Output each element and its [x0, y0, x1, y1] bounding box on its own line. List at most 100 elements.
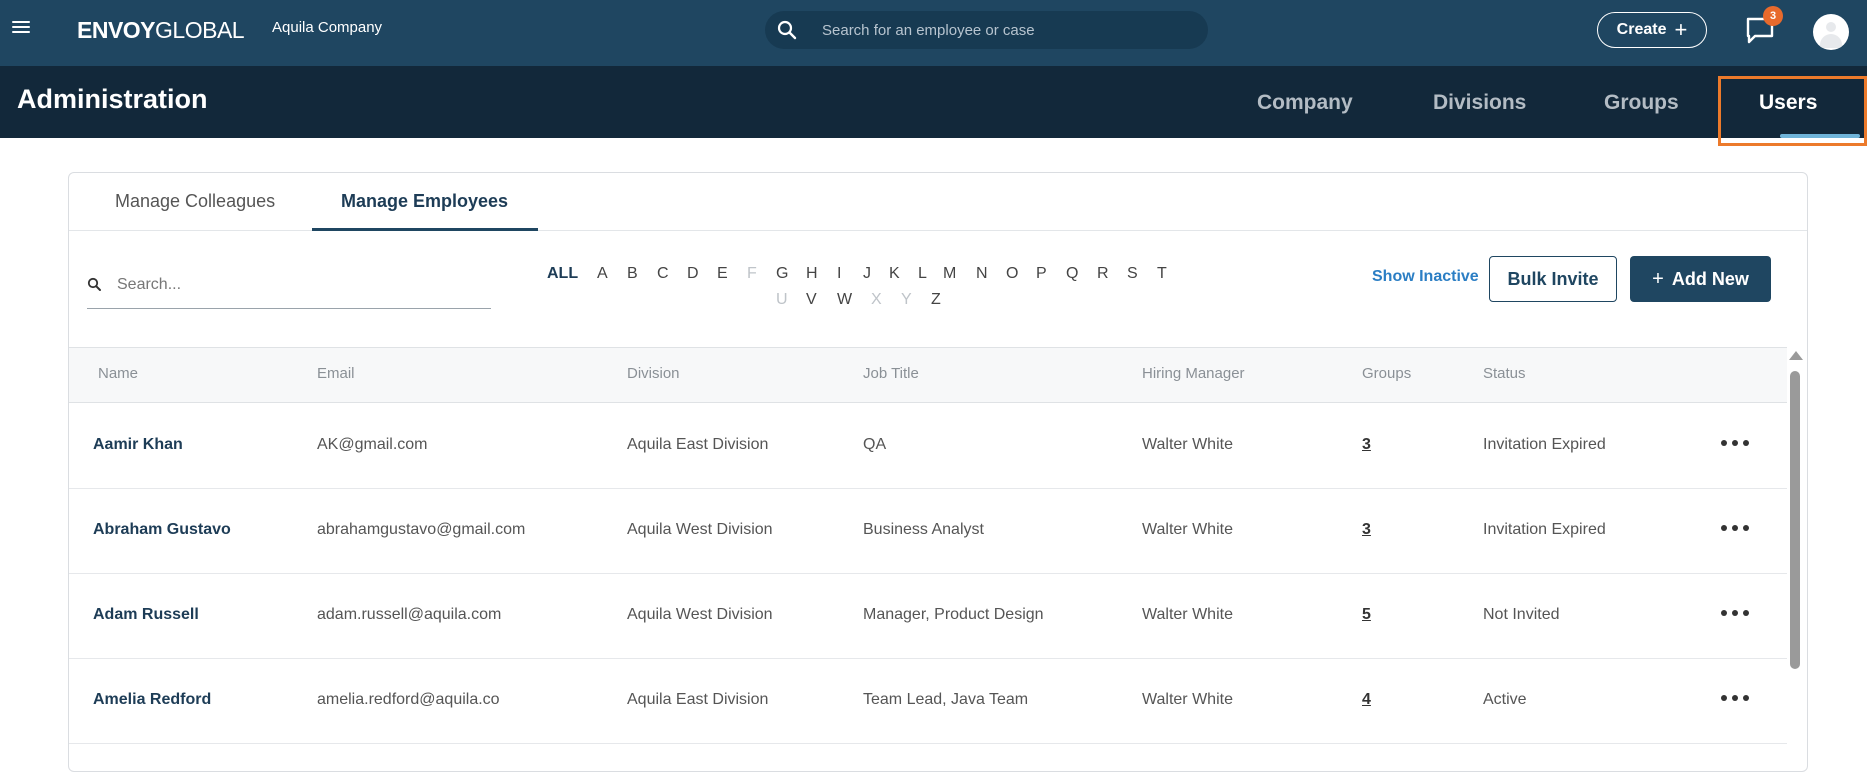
column-header-job-title[interactable]: Job Title — [863, 365, 919, 382]
employee-name-link[interactable]: Abraham Gustavo — [93, 521, 231, 539]
alpha-filter-all[interactable]: ALL — [547, 265, 578, 283]
subtab-manage-colleagues[interactable]: Manage Colleagues — [115, 191, 275, 212]
employee-groups-link[interactable]: 4 — [1362, 691, 1371, 709]
alpha-filter-t[interactable]: T — [1157, 265, 1167, 283]
tab-divisions[interactable]: Divisions — [1433, 91, 1526, 115]
employee-name-link[interactable]: Adam Russell — [93, 606, 199, 624]
employee-search-input[interactable] — [115, 265, 485, 305]
alpha-filter-c[interactable]: C — [657, 265, 669, 283]
table-header: Name Email Division Job Title Hiring Man… — [69, 347, 1787, 403]
column-header-name[interactable]: Name — [98, 365, 138, 382]
alpha-filter-p[interactable]: P — [1036, 265, 1047, 283]
create-label: Create — [1616, 21, 1667, 38]
hamburger-menu-icon[interactable] — [12, 18, 34, 38]
alpha-filter-k[interactable]: K — [889, 265, 900, 283]
table-row[interactable]: Amelia Redford amelia.redford@aquila.co … — [69, 659, 1787, 744]
global-search — [765, 11, 1208, 49]
alpha-filter-g[interactable]: G — [776, 265, 788, 283]
alpha-filter-o[interactable]: O — [1006, 265, 1018, 283]
alpha-filter-q[interactable]: Q — [1066, 265, 1078, 283]
search-icon — [777, 20, 797, 40]
add-new-label: Add New — [1671, 268, 1749, 289]
company-name: Aquila Company — [272, 19, 383, 36]
employee-status: Invitation Expired — [1483, 436, 1606, 453]
more-actions-icon[interactable] — [1721, 434, 1749, 452]
alpha-filter-m[interactable]: M — [943, 265, 956, 283]
employee-status: Active — [1483, 691, 1527, 708]
column-header-division[interactable]: Division — [627, 365, 680, 382]
plus-icon: + — [1674, 17, 1688, 42]
employee-name-link[interactable]: Aamir Khan — [93, 436, 183, 454]
employee-division: Aquila West Division — [627, 521, 773, 538]
more-actions-icon[interactable] — [1721, 519, 1749, 537]
alpha-filter-i[interactable]: I — [837, 265, 841, 283]
employees-card: Manage Colleagues Manage Employees ALL A… — [68, 172, 1808, 772]
employee-email: AK@gmail.com — [317, 436, 428, 453]
tab-groups[interactable]: Groups — [1604, 91, 1679, 115]
tab-company[interactable]: Company — [1257, 91, 1353, 115]
plus-icon: + — [1652, 267, 1664, 290]
employee-hiring-manager: Walter White — [1142, 436, 1233, 453]
employee-email: amelia.redford@aquila.co — [317, 691, 500, 708]
table-row[interactable]: Aamir Khan AK@gmail.com Aquila East Divi… — [69, 404, 1787, 489]
employee-division: Aquila East Division — [627, 691, 769, 708]
alpha-filter-u: U — [776, 291, 788, 308]
top-bar: ENVOYGLOBAL Aquila Company Create + 3 — [0, 0, 1867, 66]
alpha-filter-v[interactable]: V — [806, 291, 817, 309]
alpha-filter-a[interactable]: A — [597, 265, 608, 283]
alpha-filter-d[interactable]: D — [687, 265, 699, 283]
subtab-manage-employees[interactable]: Manage Employees — [341, 191, 508, 212]
scroll-up-arrow-icon[interactable] — [1789, 351, 1803, 360]
column-header-email[interactable]: Email — [317, 365, 355, 382]
alpha-filter-w[interactable]: W — [837, 291, 852, 309]
user-avatar[interactable] — [1813, 14, 1849, 50]
employee-division: Aquila East Division — [627, 436, 769, 453]
create-button[interactable]: Create + — [1597, 12, 1707, 48]
employee-name-link[interactable]: Amelia Redford — [93, 691, 211, 709]
more-actions-icon[interactable] — [1721, 689, 1749, 707]
table-row[interactable]: Adam Russell adam.russell@aquila.com Aqu… — [69, 574, 1787, 659]
alpha-filter-n[interactable]: N — [976, 265, 988, 283]
alpha-filter-r[interactable]: R — [1097, 265, 1109, 283]
alpha-filter-s[interactable]: S — [1127, 265, 1138, 283]
employee-hiring-manager: Walter White — [1142, 606, 1233, 623]
employee-status: Not Invited — [1483, 606, 1560, 623]
admin-bar: Administration Company Divisions Groups … — [0, 66, 1867, 138]
search-icon — [87, 277, 101, 291]
page-title: Administration — [17, 84, 208, 114]
alpha-filter-h[interactable]: H — [806, 265, 818, 283]
global-search-input[interactable] — [820, 11, 1190, 49]
envoy-global-logo[interactable]: ENVOYGLOBAL — [77, 17, 245, 44]
bulk-invite-button[interactable]: Bulk Invite — [1489, 256, 1617, 302]
employee-groups-link[interactable]: 3 — [1362, 436, 1371, 454]
alpha-filter-e[interactable]: E — [717, 265, 728, 283]
employee-job-title: Business Analyst — [863, 521, 984, 538]
alpha-filter-b[interactable]: B — [627, 265, 638, 283]
employee-division: Aquila West Division — [627, 606, 773, 623]
subtabs: Manage Colleagues Manage Employees — [69, 173, 1807, 231]
column-header-status[interactable]: Status — [1483, 365, 1526, 382]
add-new-button[interactable]: + Add New — [1630, 256, 1771, 302]
employee-hiring-manager: Walter White — [1142, 691, 1233, 708]
table-row[interactable]: Abraham Gustavo abrahamgustavo@gmail.com… — [69, 489, 1787, 574]
column-header-hiring-manager[interactable]: Hiring Manager — [1142, 365, 1245, 382]
show-inactive-link[interactable]: Show Inactive — [1372, 268, 1479, 286]
more-actions-icon[interactable] — [1721, 604, 1749, 622]
employee-hiring-manager: Walter White — [1142, 521, 1233, 538]
employee-groups-link[interactable]: 3 — [1362, 521, 1371, 539]
alpha-filter-f: F — [747, 265, 757, 282]
employee-email: abrahamgustavo@gmail.com — [317, 521, 526, 538]
employee-job-title: QA — [863, 436, 887, 453]
alpha-filter-j[interactable]: J — [863, 265, 871, 283]
column-header-groups[interactable]: Groups — [1362, 365, 1411, 382]
alpha-filter-x: X — [871, 291, 882, 308]
employee-groups-link[interactable]: 5 — [1362, 606, 1371, 624]
subtab-indicator — [312, 228, 538, 231]
users-tab-highlight — [1718, 76, 1867, 146]
employee-status: Invitation Expired — [1483, 521, 1606, 538]
alpha-filter-z[interactable]: Z — [931, 291, 941, 309]
alpha-filter-y: Y — [901, 291, 912, 308]
table-scrollbar-thumb[interactable] — [1790, 371, 1800, 669]
employee-email: adam.russell@aquila.com — [317, 606, 502, 623]
alpha-filter-l[interactable]: L — [918, 265, 927, 283]
